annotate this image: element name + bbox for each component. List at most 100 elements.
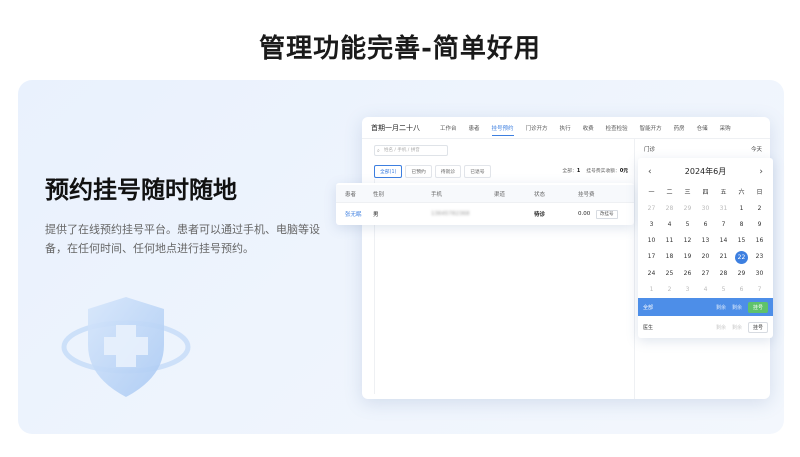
department-row-doctor[interactable]: 医生 剩余 剩余 挂号 [638, 318, 773, 336]
calendar-day[interactable]: 27 [643, 203, 660, 215]
chevron-left-icon[interactable]: ‹ [648, 167, 652, 177]
calendar-day[interactable]: 20 [697, 251, 714, 263]
calendar-day[interactable]: 3 [643, 219, 660, 231]
page-title: 管理功能完善-简单好用 [259, 34, 541, 64]
filter-waiting[interactable]: 待就诊 [434, 165, 462, 178]
nav-patients[interactable]: 患者 [469, 124, 480, 132]
calendar-day[interactable]: 21 [715, 251, 732, 263]
afternoon-slots: 剩余 [731, 324, 742, 331]
calendar-day[interactable]: 15 [733, 235, 750, 247]
calendar-day[interactable]: 4 [697, 284, 714, 296]
calendar-day[interactable]: 26 [679, 268, 696, 280]
calendar-day[interactable]: 6 [733, 284, 750, 296]
patient-name-link[interactable]: 张无眠 [336, 210, 373, 218]
nav-storage[interactable]: 仓储 [697, 124, 708, 132]
filter-cancelled[interactable]: 已退号 [464, 165, 491, 178]
weekday: 六 [738, 189, 745, 196]
calendar-day[interactable]: 6 [697, 219, 714, 231]
search-input[interactable]: ⌕ 姓名 / 手机 / 拼音 [374, 145, 448, 156]
nav-pharmacy[interactable]: 药房 [674, 124, 685, 132]
today-button[interactable]: 今天 [751, 145, 762, 153]
calendar-week: 24 25 26 27 28 29 30 [638, 268, 773, 280]
calendar-day[interactable]: 7 [715, 219, 732, 231]
table-row[interactable]: 张无眠 男 13645782368 待诊 0.00 改挂号 [336, 203, 634, 225]
calendar-header: ‹ 2024年6月 › [638, 158, 773, 177]
department-row-all[interactable]: 全部 剩余 剩余 挂号 [638, 298, 773, 316]
calendar-day-selected[interactable]: 22 [735, 251, 748, 264]
nav-smart-prescription[interactable]: 智能开方 [640, 124, 662, 132]
patient-fee-cell: 0.00 改挂号 [578, 210, 628, 219]
calendar-day[interactable]: 1 [643, 284, 660, 296]
calendar-day[interactable]: 5 [715, 284, 732, 296]
calendar-day[interactable]: 11 [661, 235, 678, 247]
calendar-day[interactable]: 28 [661, 203, 678, 215]
top-nav: 首期一月二十八 工作台 患者 挂号预约 门诊开方 执行 收费 检查检验 智能开方… [362, 117, 770, 139]
calendar-day[interactable]: 17 [643, 251, 660, 263]
calendar-day[interactable]: 13 [697, 235, 714, 247]
calendar-day[interactable]: 16 [751, 235, 768, 247]
weekday: 四 [702, 189, 709, 196]
calendar-week: 10 11 12 13 14 15 16 [638, 235, 773, 247]
registration-list-area: ⌕ 姓名 / 手机 / 拼音 全部(1) 已预约 待就诊 已退号 全部：1 挂号… [362, 139, 638, 399]
nav-registration[interactable]: 挂号预约 [491, 124, 514, 136]
calendar-day[interactable]: 27 [697, 268, 714, 280]
calendar-month: 2024年6月 [684, 167, 727, 176]
nav-billing[interactable]: 收费 [583, 124, 594, 132]
patient-status: 待诊 [534, 212, 546, 218]
calendar-day[interactable]: 30 [697, 203, 714, 215]
calendar-day[interactable]: 2 [751, 203, 768, 215]
status-filters: 全部(1) 已预约 待就诊 已退号 [374, 165, 494, 178]
calendar-day[interactable]: 19 [679, 251, 696, 263]
calendar-weekdays: 一 二 三 四 五 六 日 [638, 187, 773, 199]
weekday: 五 [720, 189, 727, 196]
nav-workbench[interactable]: 工作台 [440, 124, 457, 132]
weekday: 二 [666, 189, 673, 196]
calendar-day[interactable]: 25 [661, 268, 678, 280]
summary-fee-label: 挂号费实收额： [586, 169, 620, 174]
calendar-card: ‹ 2024年6月 › 一 二 三 四 五 六 日 27 28 29 30 31… [638, 158, 773, 338]
patient-phone: 13645782368 [431, 211, 470, 217]
calendar-day[interactable]: 3 [679, 284, 696, 296]
calendar-day[interactable]: 31 [715, 203, 732, 215]
col-fee: 挂号费 [578, 191, 595, 198]
calendar-day[interactable]: 30 [751, 268, 768, 280]
col-gender: 性别 [373, 191, 385, 198]
calendar-day[interactable]: 29 [733, 268, 750, 280]
calendar-day[interactable]: 1 [733, 203, 750, 215]
register-button[interactable]: 挂号 [747, 301, 768, 313]
calendar-day[interactable]: 10 [643, 235, 660, 247]
col-patient: 患者 [345, 191, 357, 198]
calendar-day[interactable]: 4 [661, 219, 678, 231]
department-name: 全部 [643, 304, 654, 311]
calendar-week: 27 28 29 30 31 1 2 [638, 203, 773, 215]
page: 管理功能完善-简单好用 预约挂号随时随地 提供了在线预约挂号平台。患者可以通过手… [0, 0, 800, 457]
summary-fee-value: 0元 [619, 169, 628, 174]
calendar-day[interactable]: 7 [751, 284, 768, 296]
calendar-day[interactable]: 5 [679, 219, 696, 231]
calendar-day[interactable]: 23 [751, 251, 768, 263]
nav-outpatient-prescription[interactable]: 门诊开方 [526, 124, 548, 132]
chevron-right-icon[interactable]: › [759, 167, 763, 177]
calendar-day[interactable]: 18 [661, 251, 678, 263]
register-button[interactable]: 挂号 [747, 321, 768, 333]
nav-lab-tests[interactable]: 检查检验 [606, 124, 628, 132]
col-phone: 手机 [431, 191, 443, 198]
calendar-day[interactable]: 9 [751, 219, 768, 231]
nav-purchase[interactable]: 采购 [720, 124, 731, 132]
calendar-day[interactable]: 28 [715, 268, 732, 280]
nav-execute[interactable]: 执行 [560, 124, 571, 132]
calendar-day[interactable]: 14 [715, 235, 732, 247]
filter-booked[interactable]: 已预约 [405, 165, 432, 178]
divider [634, 139, 635, 399]
calendar-day[interactable]: 8 [733, 219, 750, 231]
calendar-day[interactable]: 29 [679, 203, 696, 215]
calendar-day[interactable]: 24 [643, 268, 660, 280]
change-registration-button[interactable]: 改挂号 [596, 210, 618, 219]
registration-summary: 全部：1 挂号费实收额：0元 [562, 167, 628, 174]
filter-all[interactable]: 全部(1) [374, 165, 403, 178]
table-header: 患者 性别 手机 渠道 状态 挂号费 [336, 185, 634, 203]
col-channel: 渠道 [494, 191, 506, 198]
summary-total-label: 全部： [562, 169, 577, 174]
calendar-day[interactable]: 2 [661, 284, 678, 296]
calendar-day[interactable]: 12 [679, 235, 696, 247]
